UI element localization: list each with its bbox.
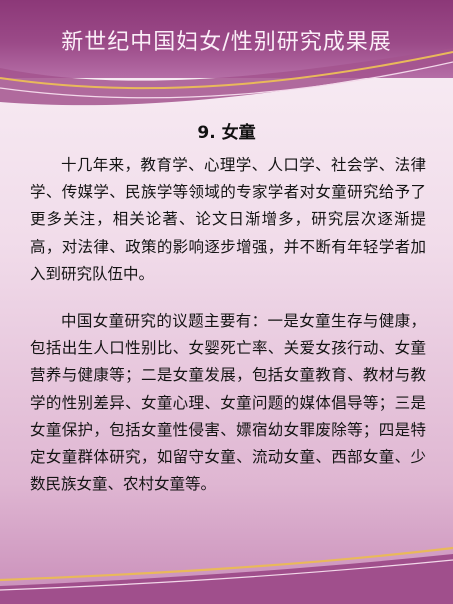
top-decorative-swoosh bbox=[0, 48, 453, 106]
paragraph-research-topics: 中国女童研究的议题主要有：一是女童生存与健康，包括出生人口性别比、女婴死亡率、关… bbox=[30, 312, 426, 494]
bottom-decorative-swoosh bbox=[0, 546, 453, 604]
top-swoosh-band bbox=[0, 48, 453, 106]
paragraph-research-overview: 十几年来，教育学、心理学、人口学、社会学、法律学、传媒学、民族学等领域的专家学者… bbox=[30, 156, 426, 283]
section-title: 9. 女童 bbox=[197, 123, 256, 143]
